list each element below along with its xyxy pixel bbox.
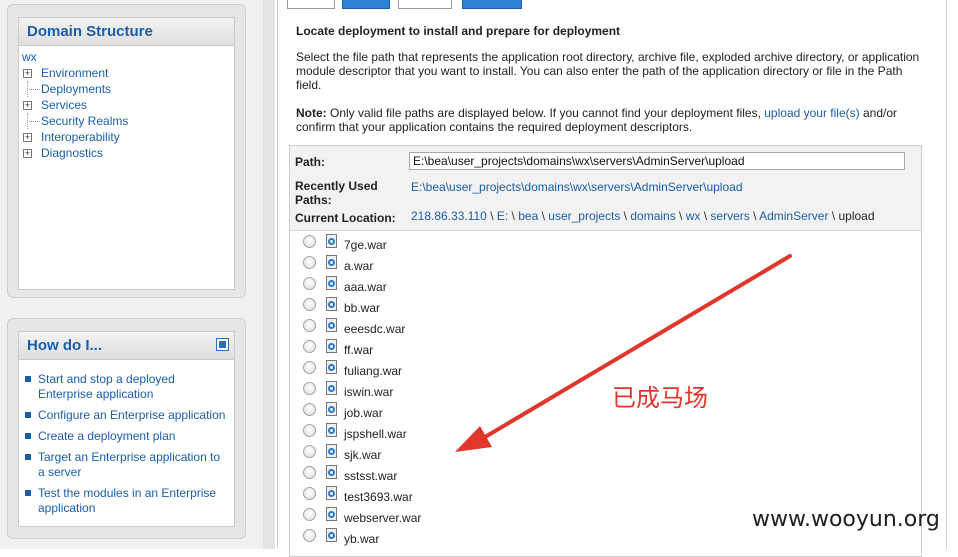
annotation-arrow [455, 254, 792, 452]
annotation-text: 已成马场 [612, 384, 708, 412]
watermark: www.wooyun.org [752, 507, 940, 532]
